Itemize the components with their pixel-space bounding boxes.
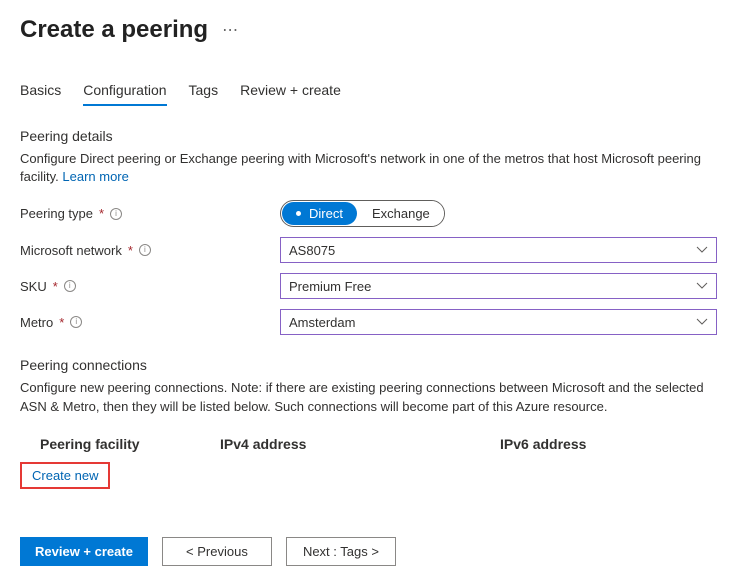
review-create-button[interactable]: Review + create bbox=[20, 537, 148, 566]
sku-value: Premium Free bbox=[289, 279, 371, 294]
wizard-footer: Review + create < Previous Next : Tags > bbox=[20, 529, 717, 566]
col-ipv4-address: IPv4 address bbox=[220, 436, 500, 452]
required-marker: * bbox=[59, 315, 64, 330]
page-title: Create a peering bbox=[20, 16, 208, 44]
info-icon[interactable]: i bbox=[139, 244, 151, 256]
microsoft-network-value: AS8075 bbox=[289, 243, 335, 258]
required-marker: * bbox=[128, 243, 133, 258]
peering-type-direct-label: Direct bbox=[309, 206, 343, 221]
tab-tags[interactable]: Tags bbox=[189, 76, 219, 106]
chevron-down-icon bbox=[696, 280, 708, 292]
peering-connections-desc: Configure new peering connections. Note:… bbox=[20, 379, 717, 415]
sku-label: SKU bbox=[20, 279, 47, 294]
required-marker: * bbox=[53, 279, 58, 294]
metro-value: Amsterdam bbox=[289, 315, 355, 330]
previous-button[interactable]: < Previous bbox=[162, 537, 272, 566]
chevron-down-icon bbox=[696, 244, 708, 256]
required-marker: * bbox=[99, 206, 104, 221]
microsoft-network-label: Microsoft network bbox=[20, 243, 122, 258]
tab-basics[interactable]: Basics bbox=[20, 76, 61, 106]
peering-type-label: Peering type bbox=[20, 206, 93, 221]
peering-type-direct[interactable]: Direct bbox=[282, 202, 357, 225]
peering-type-toggle: Direct Exchange bbox=[280, 200, 445, 227]
metro-label: Metro bbox=[20, 315, 53, 330]
peering-details-desc: Configure Direct peering or Exchange pee… bbox=[20, 150, 717, 186]
tab-bar: Basics Configuration Tags Review + creat… bbox=[20, 76, 717, 106]
peering-type-exchange[interactable]: Exchange bbox=[358, 201, 444, 226]
sku-dropdown[interactable]: Premium Free bbox=[280, 273, 717, 299]
tab-configuration[interactable]: Configuration bbox=[83, 76, 166, 106]
info-icon[interactable]: i bbox=[64, 280, 76, 292]
peering-details-heading: Peering details bbox=[20, 128, 717, 144]
peering-connections-heading: Peering connections bbox=[20, 357, 717, 373]
learn-more-link[interactable]: Learn more bbox=[62, 169, 128, 184]
create-new-link[interactable]: Create new bbox=[20, 462, 110, 489]
chevron-down-icon bbox=[696, 316, 708, 328]
connections-table-header: Peering facility IPv4 address IPv6 addre… bbox=[20, 430, 717, 458]
metro-dropdown[interactable]: Amsterdam bbox=[280, 309, 717, 335]
col-ipv6-address: IPv6 address bbox=[500, 436, 717, 452]
next-button[interactable]: Next : Tags > bbox=[286, 537, 396, 566]
more-menu-icon[interactable]: ⋯ bbox=[222, 20, 238, 40]
col-peering-facility: Peering facility bbox=[40, 436, 220, 452]
tab-review-create[interactable]: Review + create bbox=[240, 76, 341, 106]
info-icon[interactable]: i bbox=[70, 316, 82, 328]
info-icon[interactable]: i bbox=[110, 208, 122, 220]
microsoft-network-dropdown[interactable]: AS8075 bbox=[280, 237, 717, 263]
